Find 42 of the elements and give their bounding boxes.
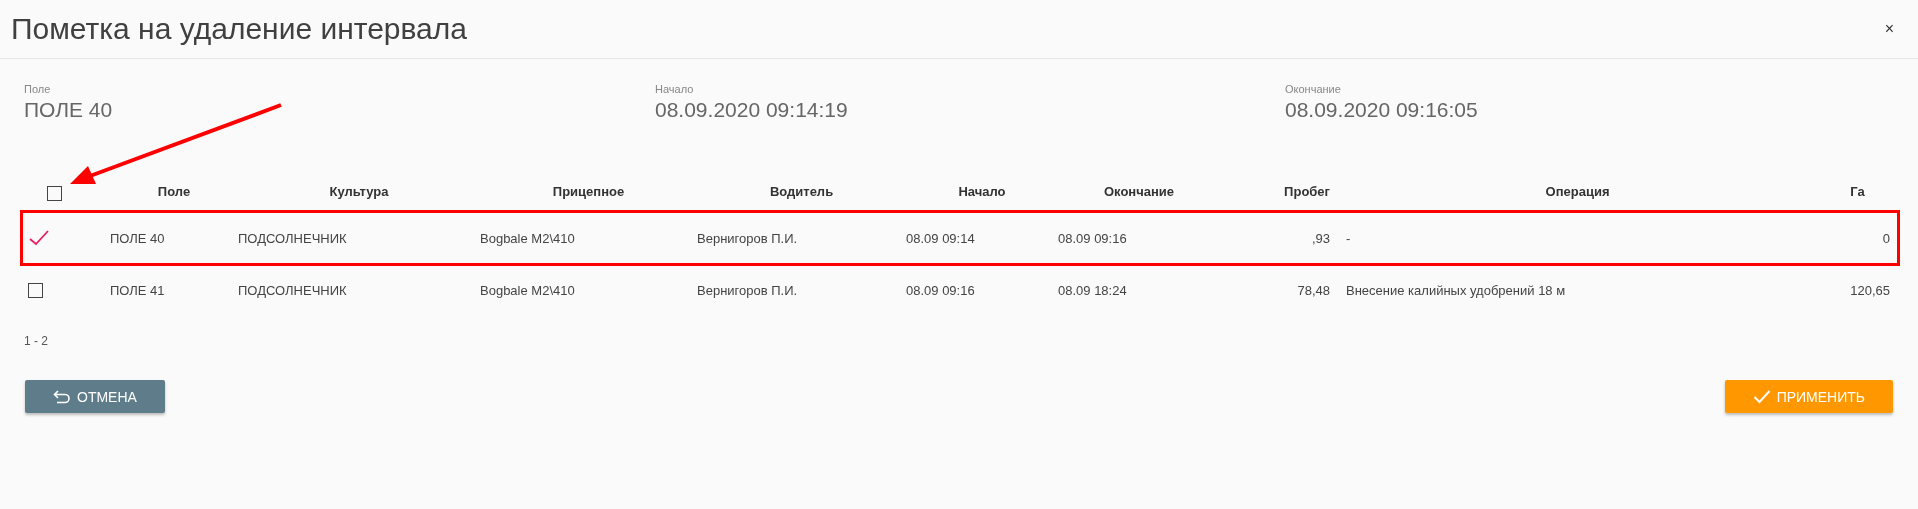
window-title: Пометка на удаление интервала [11,12,467,46]
column-header[interactable]: Га [1850,183,1865,199]
table-cell: ПОДСОЛНЕЧНИК [238,282,347,298]
table-cell: Внесение калийных удобрений 18 м [1346,282,1566,298]
pagination-range: 1 - 2 [23,333,49,348]
close-button[interactable]: × [1880,20,1898,38]
field-value: 08.09.2020 09:14:19 [655,98,849,122]
table-cell: ПОДСОЛНЕЧНИК [238,230,347,246]
table-cell: 08.09 09:14 [906,230,975,246]
checkmark-icon [1752,388,1771,405]
table-cell: Вернигоров П.И. [697,282,798,298]
table-cell: 0 [1882,230,1890,246]
column-header[interactable]: Операция [1545,183,1610,199]
column-header[interactable]: Окончание [1103,183,1175,199]
column-header[interactable]: Начало [958,183,1006,199]
table-cell: ,93 [1311,230,1330,246]
column-header[interactable]: Водитель [769,183,834,199]
column-header[interactable]: Поле [157,183,191,199]
table-cell: Bogbale M2\410 [480,282,575,298]
column-header[interactable]: Прицепное [552,183,625,199]
field-value: 08.09.2020 09:16:05 [1285,98,1479,122]
table-cell: 78,48 [1297,282,1330,298]
table-cell: 08.09 18:24 [1058,282,1127,298]
table-cell: Вернигоров П.И. [697,230,798,246]
table-cell: Bogbale M2\410 [480,230,575,246]
checkmark-icon[interactable] [28,229,50,247]
field-value: ПОЛЕ 40 [24,98,114,122]
undo-icon [53,388,71,405]
field-label: Поле [24,83,52,95]
cancel-button[interactable]: ОТМЕНА [25,380,165,413]
table-cell: ПОЛЕ 40 [110,230,165,246]
field-label: Начало [655,83,695,95]
row-checkbox[interactable] [28,283,43,299]
column-header[interactable]: Пробег [1284,183,1330,199]
column-header[interactable]: Культура [329,183,389,199]
field-label: Окончание [1285,83,1342,95]
table-cell: ПОЛЕ 41 [110,282,165,298]
select-all-checkbox[interactable] [47,185,62,201]
table-cell: - [1346,230,1351,246]
table-cell: 08.09 09:16 [1058,230,1127,246]
table-cell: 08.09 09:16 [906,282,975,298]
table-cell: 120,65 [1850,282,1890,298]
